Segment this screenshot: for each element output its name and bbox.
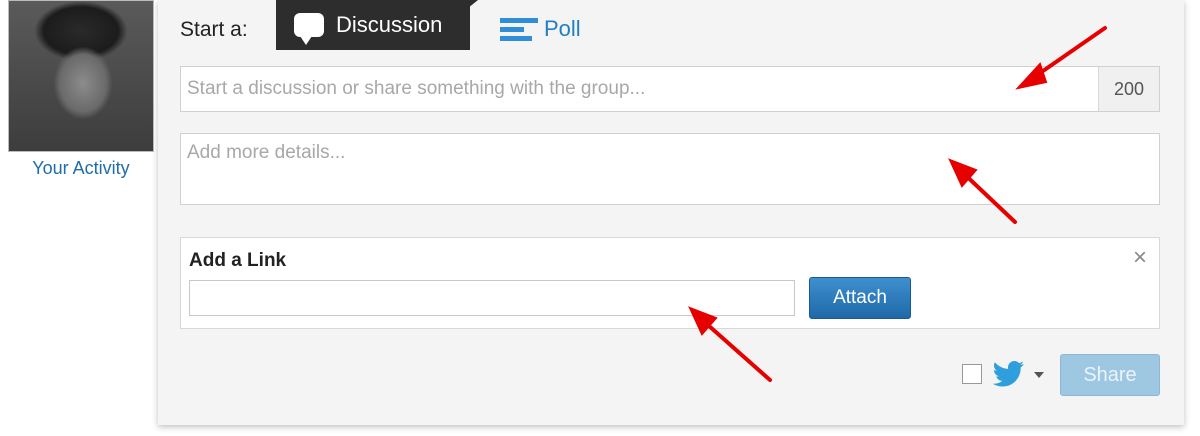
tab-poll-label: Poll bbox=[544, 16, 581, 41]
start-label: Start a: bbox=[180, 18, 248, 41]
share-options-dropdown[interactable] bbox=[1034, 372, 1044, 378]
details-textarea[interactable] bbox=[180, 133, 1160, 205]
tab-pointer bbox=[468, 0, 478, 8]
link-url-input[interactable] bbox=[189, 280, 795, 316]
attach-button[interactable]: Attach bbox=[809, 277, 911, 319]
close-icon[interactable]: × bbox=[1133, 244, 1147, 272]
char-counter: 200 bbox=[1098, 67, 1159, 111]
your-activity-link[interactable]: Your Activity bbox=[8, 158, 154, 179]
speech-bubble-icon bbox=[294, 13, 324, 45]
twitter-share-checkbox[interactable] bbox=[962, 364, 982, 384]
tab-discussion-label: Discussion bbox=[336, 12, 443, 37]
twitter-bird-icon[interactable] bbox=[992, 360, 1026, 388]
avatar[interactable] bbox=[8, 0, 154, 152]
discussion-composer: Start a: Discussion Poll 200 Add a Link … bbox=[158, 0, 1184, 425]
add-link-panel: Add a Link × Attach bbox=[180, 237, 1160, 329]
discussion-title-input[interactable] bbox=[181, 66, 1098, 112]
poll-bars-icon bbox=[500, 16, 540, 42]
discussion-title-field: 200 bbox=[180, 66, 1160, 112]
share-button[interactable]: Share bbox=[1060, 354, 1160, 396]
tab-poll[interactable]: Poll bbox=[500, 16, 581, 42]
add-link-title: Add a Link bbox=[189, 250, 287, 271]
tab-discussion[interactable]: Discussion bbox=[276, 0, 470, 50]
